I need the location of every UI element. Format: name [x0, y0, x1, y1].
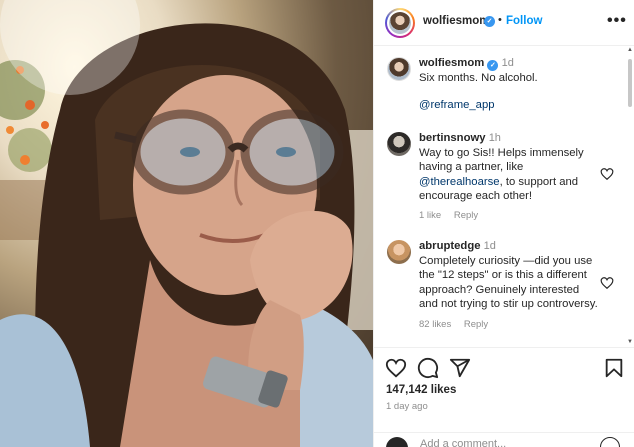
comment-username[interactable]: abruptedge — [419, 240, 481, 252]
reply-button[interactable]: Reply — [464, 319, 488, 330]
comment-avatar[interactable] — [387, 240, 411, 264]
share-icon[interactable] — [449, 357, 471, 379]
scroll-down-icon[interactable]: ▼ — [627, 339, 633, 345]
post-photo[interactable] — [0, 0, 373, 447]
caption-mention-line: @reframe_app — [419, 98, 495, 113]
comment-heart-icon[interactable] — [600, 167, 614, 181]
comment-time: 1h — [488, 132, 501, 144]
caption-time: 1d — [501, 57, 514, 69]
comments-scrollbar[interactable]: ▲ ▼ — [627, 47, 633, 345]
caption-text: Six months. No alcohol. — [419, 72, 538, 84]
author-avatar[interactable] — [385, 8, 415, 38]
caption: wolfiesmom ✓ 1d Six months. No alcohol. — [419, 56, 619, 86]
post-age[interactable]: 1 day ago — [386, 401, 428, 412]
selfie-illustration — [0, 0, 373, 447]
author-username[interactable]: wolfiesmom — [423, 15, 489, 27]
caption-avatar[interactable] — [387, 57, 411, 81]
add-comment-bar: Add a comment... — [374, 432, 634, 447]
comment-username[interactable]: bertinsnowy — [419, 132, 486, 144]
emoji-icon[interactable] — [386, 437, 408, 447]
comment-text: Way to go Sis!! Helps immensely having a… — [419, 146, 584, 174]
comment-avatar[interactable] — [387, 132, 411, 156]
comment-meta: 1 like Reply — [419, 210, 488, 221]
follow-button[interactable]: Follow — [506, 15, 542, 27]
more-options-icon[interactable]: ••• — [607, 12, 627, 30]
post-actions: 147,142 likes 1 day ago Add a comment... — [374, 347, 634, 447]
comment-time: 1d — [483, 240, 496, 252]
comment-likes[interactable]: 1 like — [419, 210, 441, 221]
comment-icon[interactable] — [417, 357, 439, 379]
comment-input[interactable]: Add a comment... — [420, 438, 506, 447]
heart-icon[interactable] — [385, 357, 407, 379]
post-header: wolfiesmom ✓ • Follow ••• — [374, 0, 634, 46]
reply-button[interactable]: Reply — [454, 210, 478, 221]
comment-item: abruptedge 1d Completely curiosity —did … — [419, 239, 599, 312]
separator-dot: • — [498, 14, 502, 26]
scroll-up-icon[interactable]: ▲ — [627, 47, 633, 53]
comment-text: Completely curiosity —did you use the "1… — [419, 254, 598, 311]
verified-badge-icon: ✓ — [487, 60, 499, 71]
emoji-picker-icon[interactable] — [600, 437, 620, 447]
comments-list[interactable]: wolfiesmom ✓ 1d Six months. No alcohol. … — [374, 47, 626, 345]
scroll-thumb[interactable] — [628, 59, 632, 107]
comment-mention[interactable]: @therealhoarse — [419, 176, 500, 188]
caption-mention[interactable]: @reframe_app — [419, 99, 495, 111]
caption-username[interactable]: wolfiesmom — [419, 57, 484, 69]
comment-meta: 82 likes Reply — [419, 319, 498, 330]
comment-item: bertinsnowy 1h Way to go Sis!! Helps imm… — [419, 131, 594, 204]
bookmark-icon[interactable] — [603, 357, 625, 379]
comment-likes[interactable]: 82 likes — [419, 319, 451, 330]
likes-count[interactable]: 147,142 likes — [386, 384, 456, 396]
comment-heart-icon[interactable] — [600, 276, 614, 290]
post-side-panel: wolfiesmom ✓ • Follow ••• wolfiesmom ✓ 1… — [373, 0, 634, 447]
verified-badge-icon: ✓ — [484, 16, 495, 27]
